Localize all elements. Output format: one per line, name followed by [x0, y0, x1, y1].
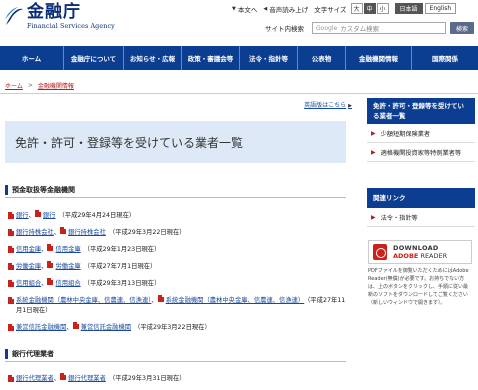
pdf-icon [8, 375, 14, 382]
excel-link[interactable]: 銀行持株会社 [68, 229, 106, 236]
lang-english-button[interactable]: English [424, 3, 457, 14]
list-item: 労働金庫、 労働金庫 （平成27年7月1日現在） [8, 261, 346, 272]
sidebar-related-links: 関連リンク ▶ 法令・指針等 [367, 188, 475, 227]
excel-link[interactable]: 信用組合 [55, 280, 80, 287]
arrow-icon: ▶ [371, 129, 376, 137]
nav-policy[interactable]: 政策・審議会等 [182, 46, 240, 70]
google-label: Google [316, 24, 338, 32]
excel-link[interactable]: 銀行代理業者 [68, 375, 106, 382]
pdf-link[interactable]: 兼営信託金融機関 [16, 324, 66, 331]
arrow-icon: ▶ [371, 213, 376, 221]
utility-bar: ▼ 本文へ ◀ 音声読み上げ 文字サイズ 大 中 小 日本語 English [232, 3, 457, 14]
nav-publications[interactable]: 公表物 [298, 46, 346, 70]
excel-link[interactable]: 労働金庫 [55, 263, 80, 270]
font-size-medium-button[interactable]: 中 [363, 3, 376, 14]
global-nav: ホーム 金融庁について お知らせ・広報 政策・審議会等 法令・指針等 公表物 金… [0, 46, 478, 70]
excel-link[interactable]: 兼営信託金融機関 [81, 324, 131, 331]
nav-laws[interactable]: 法令・指針等 [240, 46, 298, 70]
page-title: 免許・許可・登録等を受けている業者一覧 [15, 135, 244, 150]
adobe-reader-button[interactable]: DOWNLOAD ADOBE READER [368, 240, 472, 264]
fsa-logo-icon [4, 5, 24, 27]
list-item: 系統金融機関（農林中央金庫、信農連、信漁連）、 系統金融機関（農林中央金庫、信農連… [8, 295, 346, 316]
site-search: サイト内検索 Google カスタム検索 検索 [265, 22, 474, 34]
pdf-icon [8, 229, 14, 236]
nav-international[interactable]: 国際関係 [412, 46, 478, 70]
english-version-link[interactable]: 英語版はこちら ▶ [304, 100, 352, 109]
list-item: 銀行、 銀行 （平成29年4月24日現在） [8, 210, 346, 221]
sidebar-menu-title[interactable]: 免許・許可・登録等を受けている業者一覧 [367, 98, 475, 124]
search-input[interactable]: Google カスタム検索 [312, 22, 446, 34]
nav-home[interactable]: ホーム [0, 46, 64, 70]
pdf-icon [8, 263, 14, 270]
excel-link[interactable]: 銀行 [43, 212, 56, 219]
pdf-icon [8, 212, 14, 219]
nav-institutions[interactable]: 金融機関情報 [346, 46, 412, 70]
logo-name-ja: 金融庁 [27, 2, 81, 22]
excel-icon [157, 295, 164, 302]
list-item: 信用金庫、 信用金庫 （平成29年1月23日現在） [8, 244, 346, 255]
list-item: 銀行持株会社、 銀行持株会社 （平成29年3月22日現在） [8, 227, 346, 238]
excel-link[interactable]: 信用金庫 [55, 246, 80, 253]
pdf-link[interactable]: 系統金融機関（農林中央金庫、信農連、信漁連） [16, 297, 151, 304]
excel-icon [47, 261, 54, 268]
excel-icon [47, 244, 54, 251]
pdf-link[interactable]: 銀行代理業者 [16, 375, 54, 382]
section-heading: 預金取扱等金融機関 [5, 182, 346, 198]
sidebar-item-small-insurance[interactable]: ▶ 少額短期保険業者 [367, 124, 475, 143]
pdf-icon [8, 246, 14, 253]
font-size-control: 文字サイズ 大 中 小 [314, 3, 389, 14]
bank-agents-list: 銀行代理業者、 銀行代理業者 （平成29年3月31日現在） [8, 373, 346, 390]
deposit-institutions-list: 銀行、 銀行 （平成29年4月24日現在） 銀行持株会社、 銀行持株会社 （平成29年3… [8, 210, 346, 339]
excel-icon [60, 373, 67, 380]
sidebar-menu: 免許・許可・登録等を受けている業者一覧 ▶ 少額短期保険業者 ▶ 適格機関投資家等特… [367, 98, 475, 162]
search-label: サイト内検索 [265, 25, 304, 33]
divider [0, 93, 478, 94]
nav-about[interactable]: 金融庁について [64, 46, 124, 70]
list-item: 信用組合、 信用組合 （平成29年3月13日現在） [8, 278, 346, 289]
pdf-icon [8, 324, 14, 331]
site-logo[interactable]: 金融庁 Financial Services Agency [4, 3, 115, 31]
excel-icon [47, 278, 54, 285]
list-item: 兼営信託金融機関、 兼営信託金融機関 （平成29年3月22日現在） [8, 322, 346, 333]
pdf-icon [8, 297, 14, 304]
logo-name-en: Financial Services Agency [27, 22, 115, 30]
breadcrumb-separator: > [27, 82, 33, 89]
sidebar-item-qualified-investors[interactable]: ▶ 適格機関投資家等特例業者等 [367, 143, 475, 162]
breadcrumb-home[interactable]: ホーム [5, 81, 23, 90]
pdf-icon [8, 280, 14, 287]
adobe-reader-icon [373, 244, 387, 260]
adobe-reader-note: PDFファイルを御覧いただくためにはAdobe Reader(無償)が必要です。… [368, 268, 469, 306]
read-aloud-link[interactable]: ◀ 音声読み上げ [263, 4, 308, 14]
breadcrumb: ホーム > 金融機関情報 [5, 81, 74, 90]
speaker-icon: ◀ [263, 5, 268, 12]
pdf-link[interactable]: 銀行 [16, 212, 29, 219]
search-button[interactable]: 検索 [450, 22, 474, 34]
excel-icon [60, 227, 67, 234]
lang-japanese-button[interactable]: 日本語 [394, 3, 423, 14]
pdf-link[interactable]: 信用金庫 [16, 246, 41, 253]
related-links-title: 関連リンク [367, 188, 475, 208]
pdf-link[interactable]: 銀行持株会社 [16, 229, 54, 236]
arrow-icon: ▶ [371, 148, 376, 156]
arrow-icon: ▶ [348, 103, 352, 109]
list-item: 銀行代理業者、 銀行代理業者 （平成29年3月31日現在） [8, 373, 346, 384]
sidebar-item-laws[interactable]: ▶ 法令・指針等 [367, 208, 475, 227]
font-size-small-button[interactable]: 小 [376, 3, 389, 14]
nav-news[interactable]: お知らせ・広報 [124, 46, 182, 70]
excel-icon [34, 210, 41, 217]
breadcrumb-current[interactable]: 金融機関情報 [38, 81, 74, 90]
section-heading: 銀行代理業者 [5, 346, 346, 362]
pdf-link[interactable]: 労働金庫 [16, 263, 41, 270]
excel-icon [72, 322, 79, 329]
triangle-icon: ▼ [232, 5, 236, 12]
site-header: 金融庁 Financial Services Agency ▼ 本文へ ◀ 音声読み… [0, 0, 478, 40]
page-title-box: 免許・許可・登録等を受けている業者一覧 [5, 121, 346, 163]
text-only-link[interactable]: ▼ 本文へ [232, 4, 257, 14]
search-placeholder: カスタム検索 [340, 25, 380, 33]
font-size-large-button[interactable]: 大 [350, 3, 363, 14]
pdf-link[interactable]: 信用組合 [16, 280, 41, 287]
excel-link[interactable]: 系統金融機関（農林中央金庫、信農連、信漁連） [166, 297, 305, 304]
